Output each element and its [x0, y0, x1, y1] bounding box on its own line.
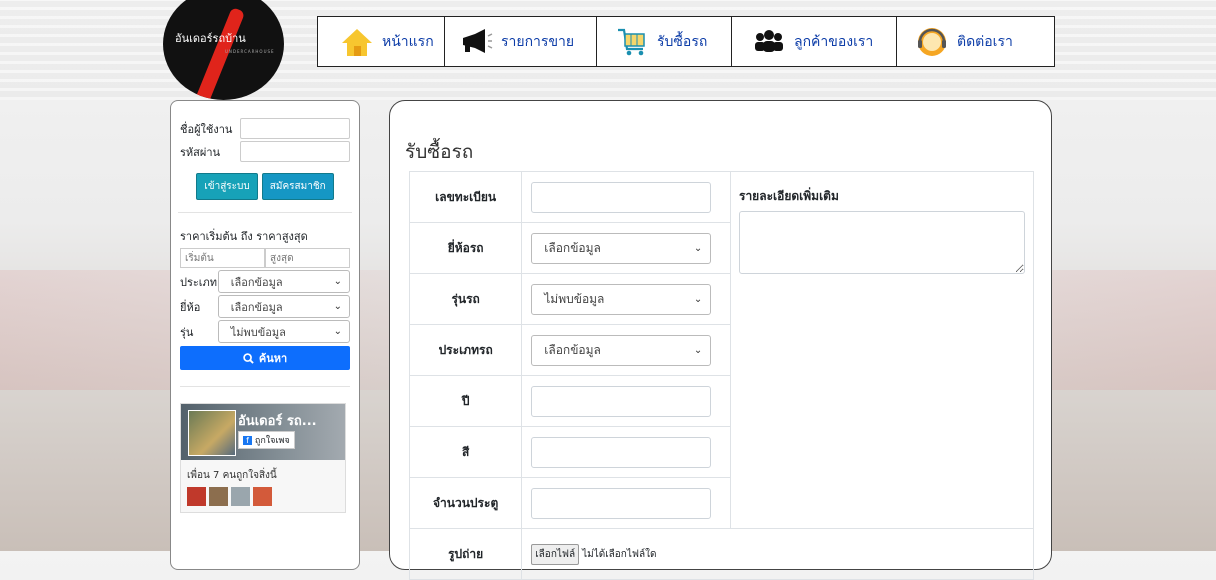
brand-label: ยี่ห้อ — [180, 300, 201, 314]
car-model-label: รุ่นรถ — [408, 273, 523, 325]
avatar — [209, 487, 228, 506]
car-brand-select[interactable]: เลือกข้อมูล ⌄ — [531, 232, 712, 264]
facebook-friend-avatars — [181, 487, 345, 512]
nav-customers[interactable]: ลูกค้าของเรา — [732, 17, 897, 66]
nav-sales[interactable]: รายการขาย — [445, 17, 597, 66]
car-brand-label: ยี่ห้อรถ — [408, 222, 523, 274]
avatar — [187, 487, 206, 506]
login-button[interactable]: เข้าสู่ระบบ — [196, 173, 258, 200]
facebook-friends-text: เพื่อน 7 คนถูกใจสิ่งนี้ — [187, 470, 277, 481]
plate-label: เลขทะเบียน — [408, 171, 523, 223]
model-select-value: ไม่พบข้อมูล — [230, 325, 286, 339]
nav-customers-label: ลูกค้าของเรา — [794, 33, 874, 50]
search-icon — [243, 352, 254, 364]
facebook-cover: อันเดอร์ รถ... f ถูกใจเพจ — [181, 404, 345, 460]
year-input[interactable] — [531, 385, 712, 417]
chevron-down-icon: ⌄ — [693, 242, 703, 254]
nav-buy-label: รับซื้อรถ — [657, 33, 708, 50]
car-brand-select-value: เลือกข้อมูล — [544, 240, 601, 255]
search-button[interactable]: ค้นหา — [180, 346, 350, 370]
type-label: ประเภท — [180, 275, 218, 289]
price-range-label: ราคาเริ่มต้น ถึง ราคาสูงสุด — [180, 230, 308, 243]
plate-input[interactable] — [531, 181, 712, 213]
type-select[interactable]: เลือกข้อมูล ⌄ — [217, 270, 350, 293]
nav-contact[interactable]: ติดต่อเรา — [897, 17, 1054, 66]
buy-car-card: รับซื้อรถ เลขทะเบียน รายละเอียดเพิ่มเติม… — [389, 100, 1052, 580]
max-price-input[interactable] — [265, 248, 350, 268]
password-input[interactable] — [240, 141, 350, 162]
people-icon — [755, 29, 783, 52]
nav-home-label: หน้าแรก — [382, 33, 434, 50]
extra-details-cell: รายละเอียดเพิ่มเติม — [730, 171, 1034, 529]
avatar — [231, 487, 250, 506]
megaphone-icon — [463, 28, 493, 53]
car-type-label: ประเภทรถ — [408, 324, 523, 376]
chevron-down-icon: ⌄ — [333, 326, 342, 337]
doors-input[interactable] — [531, 487, 712, 519]
model-label: รุ่น — [180, 325, 194, 339]
brand-select[interactable]: เลือกข้อมูล ⌄ — [217, 295, 350, 318]
nav-home[interactable]: หน้าแรก — [318, 17, 445, 66]
nav-contact-label: ติดต่อเรา — [957, 33, 1013, 50]
car-model-select-value: ไม่พบข้อมูล — [544, 291, 605, 306]
facebook-page-thumbnail — [188, 410, 236, 456]
nav-buy[interactable]: รับซื้อรถ — [597, 17, 732, 66]
chevron-down-icon: ⌄ — [693, 344, 703, 356]
facebook-like-button[interactable]: f ถูกใจเพจ — [238, 431, 295, 449]
logo-subtext: UNDERCARHOUSE — [225, 49, 275, 54]
min-price-input[interactable] — [180, 248, 265, 268]
brand-select-value: เลือกข้อมูล — [230, 300, 283, 314]
avatar — [253, 487, 272, 506]
facebook-widget: อันเดอร์ รถ... f ถูกใจเพจ เพื่อน 7 คนถูก… — [180, 386, 350, 513]
buy-car-form: เลขทะเบียน รายละเอียดเพิ่มเติม ยี่ห้อรถ … — [408, 171, 1034, 580]
chevron-down-icon: ⌄ — [693, 293, 703, 305]
photo-file-input[interactable]: เลือกไฟล์ ไม่ได้เลือกไฟล์ใด — [531, 543, 1032, 565]
chevron-down-icon: ⌄ — [333, 301, 342, 312]
divider — [178, 212, 352, 213]
facebook-icon: f — [243, 436, 252, 445]
search-button-label: ค้นหา — [258, 352, 288, 365]
password-label: รหัสผ่าน — [180, 145, 221, 159]
register-button[interactable]: สมัครสมาชิก — [261, 173, 334, 200]
doors-label: จำนวนประตู — [408, 477, 523, 529]
facebook-page-name[interactable]: อันเดอร์ รถ... — [238, 410, 317, 431]
choose-file-button[interactable]: เลือกไฟล์ — [531, 543, 580, 565]
car-type-select[interactable]: เลือกข้อมูล ⌄ — [531, 334, 712, 366]
page-title: รับซื้อรถ — [405, 141, 474, 163]
car-type-select-value: เลือกข้อมูล — [544, 342, 601, 357]
username-input[interactable] — [240, 118, 350, 139]
extra-details-textarea[interactable] — [739, 211, 1025, 274]
file-status-text: ไม่ได้เลือกไฟล์ใด — [582, 548, 657, 560]
chevron-down-icon: ⌄ — [333, 276, 342, 287]
extra-details-label: รายละเอียดเพิ่มเติม — [739, 189, 839, 203]
nav-sales-label: รายการขาย — [501, 33, 575, 50]
home-icon — [342, 28, 372, 56]
sidebar: ชื่อผู้ใช้งาน รหัสผ่าน เข้าสู่ระบบ สมัคร… — [170, 100, 360, 570]
facebook-like-label: ถูกใจเพจ — [254, 436, 290, 446]
model-select[interactable]: ไม่พบข้อมูล ⌄ — [217, 320, 350, 343]
color-label: สี — [408, 426, 523, 478]
car-model-select[interactable]: ไม่พบข้อมูล ⌄ — [531, 283, 712, 315]
year-label: ปี — [408, 375, 523, 427]
username-label: ชื่อผู้ใช้งาน — [180, 122, 233, 136]
support-icon — [918, 27, 946, 56]
photo-label: รูปถ่าย — [408, 528, 523, 580]
color-input[interactable] — [531, 436, 712, 468]
cart-icon — [618, 28, 645, 55]
logo-text: อันเดอร์รถบ้าน — [175, 32, 246, 45]
type-select-value: เลือกข้อมูล — [230, 275, 283, 289]
top-nav: หน้าแรก รายการขาย รับซื้อรถ ลูกค้าของเรา — [317, 16, 1055, 67]
facebook-page-card[interactable]: อันเดอร์ รถ... f ถูกใจเพจ เพื่อน 7 คนถูก… — [180, 403, 346, 513]
